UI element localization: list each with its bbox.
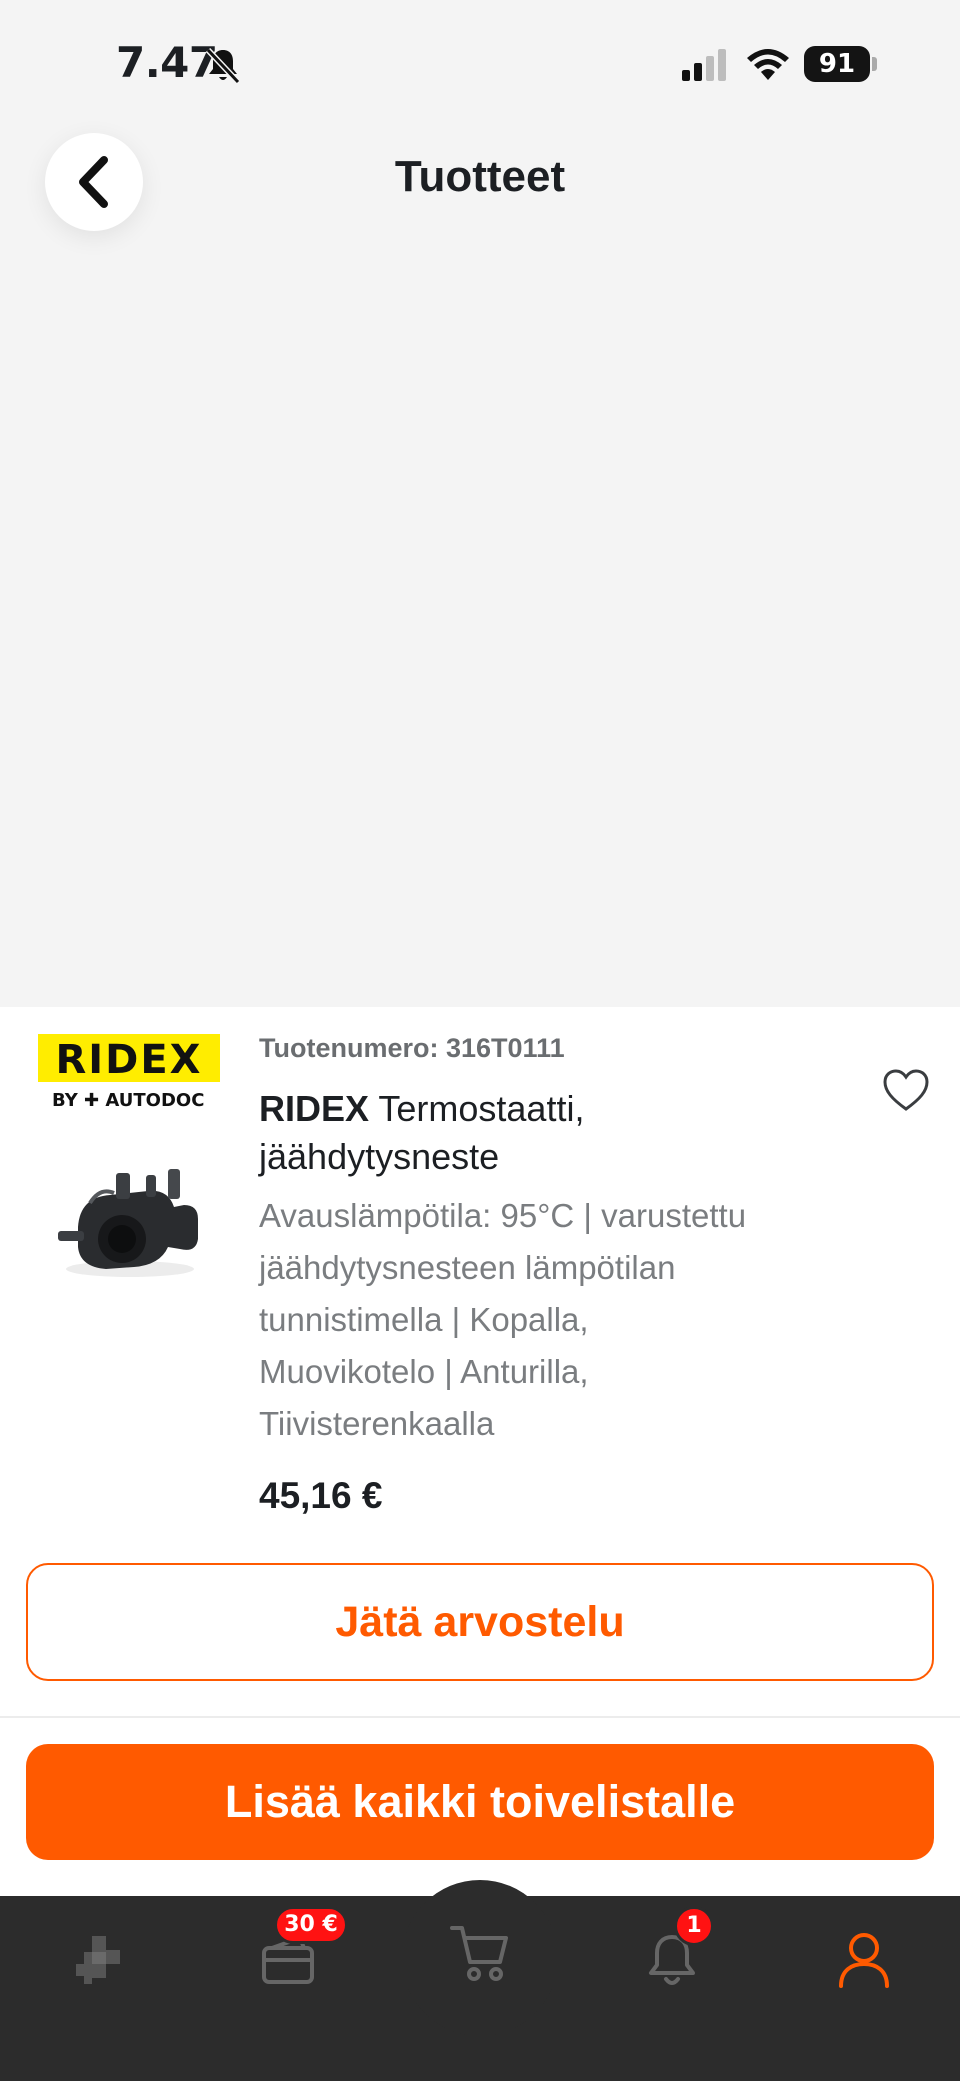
product-description: Avauslämpötila: 95°C | varustettu jäähdy… (259, 1190, 859, 1450)
product-card[interactable]: RIDEX BY ✚ AUTODOC Tuotenumero: 316T0111… (0, 1007, 960, 1717)
user-icon (839, 1933, 889, 1988)
cart-icon (450, 1926, 508, 1981)
tab-profile[interactable] (824, 1920, 904, 2000)
signal-icon (682, 49, 726, 81)
battery-tip (872, 57, 877, 71)
description-line: jäähdytysnesteen lämpötilan (259, 1249, 676, 1286)
add-all-to-wishlist-button[interactable]: Lisää kaikki toivelistalle (26, 1744, 934, 1860)
notifications-badge: 1 (674, 1906, 714, 1946)
brand-logo-name: RIDEX (55, 1037, 203, 1083)
heart-icon[interactable] (882, 1069, 930, 1113)
status-bar: 7.47 91 (0, 0, 960, 130)
product-image (58, 1169, 198, 1277)
tab-garage[interactable] (58, 1920, 138, 2000)
wifi-icon (747, 49, 789, 80)
part-number: Tuotenumero: 316T0111 (259, 1033, 565, 1063)
product-title[interactable]: RIDEX Termostaatti, jäähdytysneste (259, 1085, 819, 1181)
status-time: 7.47 (116, 38, 218, 87)
brand-logo: RIDEX BY ✚ AUTODOC (38, 1034, 220, 1114)
leave-review-button[interactable]: Jätä arvostelu (26, 1563, 934, 1681)
brand-logo-subtitle: BY ✚ AUTODOC (52, 1090, 205, 1111)
bottom-action-bar: Lisää kaikki toivelistalle (0, 1718, 960, 1896)
page-title: Tuotteet (394, 152, 566, 201)
tab-cart[interactable] (440, 1912, 520, 1992)
battery-indicator: 91 (804, 46, 870, 82)
battery-level: 91 (818, 49, 856, 79)
description-line: Tiivisterenkaalla (259, 1405, 495, 1442)
puzzle-icon (76, 1936, 120, 1984)
description-line: tunnistimella | Kopalla, (259, 1301, 589, 1338)
product-price: 45,16 € (259, 1475, 383, 1516)
description-line: Muovikotelo | Anturilla, (259, 1353, 589, 1390)
wallet-badge: 30 € (274, 1906, 348, 1944)
bell-muted-icon (205, 47, 241, 85)
description-line: Avauslämpötila: 95°C | varustettu (259, 1197, 747, 1234)
product-brand: RIDEX (259, 1088, 370, 1129)
